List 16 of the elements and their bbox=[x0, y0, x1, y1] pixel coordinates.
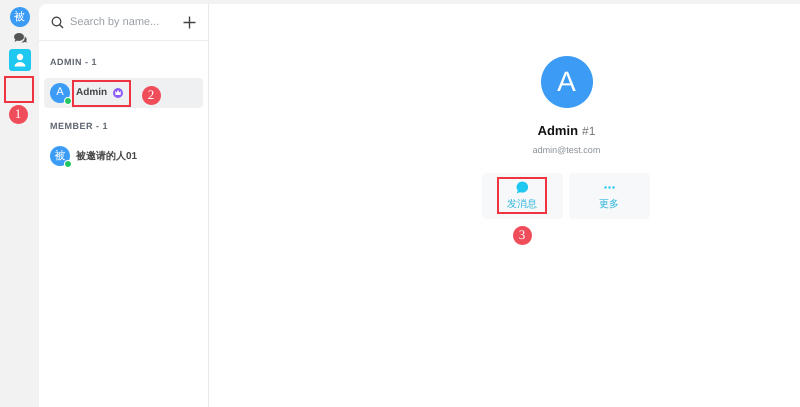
contact-name: 被邀请的人01 bbox=[76, 150, 138, 164]
search-field[interactable]: Search by name... bbox=[70, 14, 176, 30]
profile-email: admin@test.com bbox=[532, 144, 600, 156]
contact-avatar: A bbox=[50, 82, 70, 102]
profile-avatar: A bbox=[540, 56, 592, 108]
contact-name: Admin bbox=[76, 86, 108, 100]
send-message-button[interactable]: 发消息 bbox=[482, 173, 562, 219]
section-heading: ADMIN - 1 bbox=[49, 56, 98, 69]
section-heading: MEMBER - 1 bbox=[49, 120, 110, 132]
step-number: 1 bbox=[8, 104, 28, 124]
profile-name: Admin bbox=[538, 122, 578, 140]
profile-number: #1 bbox=[582, 123, 596, 140]
more-button[interactable]: 更多 bbox=[568, 173, 650, 219]
user-avatar[interactable]: 被 bbox=[10, 7, 30, 27]
contact-avatar: 被 bbox=[50, 146, 70, 166]
contact-item[interactable]: 被 被邀请的人01 bbox=[44, 141, 203, 171]
